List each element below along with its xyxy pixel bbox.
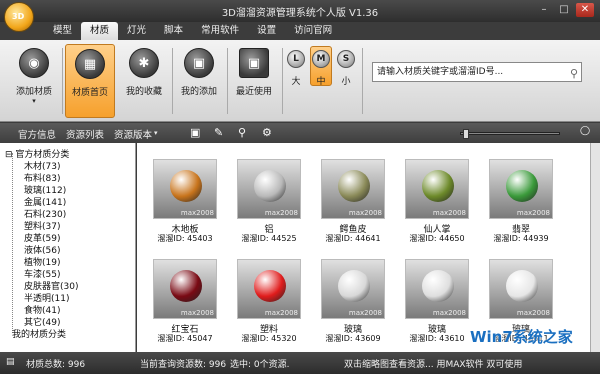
title-bar: 3D溜溜资源管理系统个人版 V1.36 – □ ✕ bbox=[0, 0, 600, 22]
minimize-button[interactable]: – bbox=[535, 3, 553, 17]
search-icon[interactable]: ⚲ bbox=[570, 65, 578, 83]
material-thumbnail[interactable]: max2008 bbox=[321, 159, 385, 219]
tab-software[interactable]: 常用软件 bbox=[192, 22, 248, 40]
teapot-preview-icon bbox=[422, 170, 454, 202]
material-thumbnail[interactable]: max2008 bbox=[237, 259, 301, 319]
teapot-preview-icon bbox=[338, 270, 370, 302]
size-large-icon: L bbox=[287, 50, 305, 68]
grip-icon: ▤ bbox=[6, 357, 15, 367]
size-large-button[interactable]: L 大 bbox=[285, 50, 307, 87]
material-thumbnail[interactable]: max2008 bbox=[237, 159, 301, 219]
tree-line bbox=[12, 153, 13, 333]
my-favorites-button[interactable]: ✱ 我的收藏 bbox=[120, 44, 168, 118]
vertical-scrollbar[interactable] bbox=[590, 143, 600, 352]
settings-icon[interactable]: ⚙ bbox=[262, 126, 272, 139]
tree-collapse-icon[interactable]: ⊟ bbox=[5, 150, 13, 160]
teapot-preview-icon bbox=[254, 170, 286, 202]
material-card[interactable]: max2008 鳄鱼皮 溜溜ID: 44641 bbox=[321, 159, 385, 249]
ribbon-separator bbox=[172, 48, 173, 114]
material-thumbnail[interactable]: max2008 bbox=[405, 159, 469, 219]
recent-button[interactable]: ▣ 最近使用 bbox=[230, 44, 278, 118]
ribbon-separator bbox=[282, 48, 283, 114]
official-info-link[interactable]: 官方信息 bbox=[18, 127, 56, 141]
tree-root-my[interactable]: 我的材质分类 bbox=[12, 327, 66, 340]
thumbnail-size-slider[interactable] bbox=[460, 129, 560, 139]
material-card[interactable]: max2008 塑料 溜溜ID: 45320 bbox=[237, 259, 301, 349]
search-input[interactable]: 请输入材质关键字或溜溜ID号... ⚲ bbox=[372, 62, 582, 82]
material-home-icon: ▦ bbox=[75, 49, 105, 79]
teapot-preview-icon bbox=[170, 270, 202, 302]
window-title: 3D溜溜资源管理系统个人版 V1.36 bbox=[221, 8, 379, 19]
material-card[interactable]: max2008 玻璃 溜溜ID: 43610 bbox=[405, 259, 469, 349]
material-card[interactable]: max2008 木地板 溜溜ID: 45403 bbox=[153, 159, 217, 249]
teapot-preview-icon bbox=[506, 170, 538, 202]
teapot-preview-icon bbox=[254, 270, 286, 302]
dropdown-arrow-icon[interactable]: ▾ bbox=[154, 129, 158, 137]
material-card[interactable]: max2008 红宝石 溜溜ID: 45047 bbox=[153, 259, 217, 349]
teapot-preview-icon bbox=[422, 270, 454, 302]
pin-icon[interactable]: ◯ bbox=[580, 126, 590, 136]
resource-version-link[interactable]: 资源版本 bbox=[114, 127, 152, 141]
tab-settings[interactable]: 设置 bbox=[248, 22, 285, 40]
dropdown-arrow-icon: ▾ bbox=[32, 97, 36, 105]
app-logo-icon[interactable]: 3D bbox=[4, 2, 34, 32]
recent-icon: ▣ bbox=[239, 48, 269, 78]
material-thumbnail[interactable]: max2008 bbox=[405, 259, 469, 319]
resource-list-link[interactable]: 资源列表 bbox=[66, 127, 104, 141]
tab-model[interactable]: 模型 bbox=[44, 22, 81, 40]
tab-website[interactable]: 访问官网 bbox=[285, 22, 341, 40]
teapot-preview-icon bbox=[506, 270, 538, 302]
size-medium-button[interactable]: M 中 bbox=[310, 46, 332, 87]
add-material-button[interactable]: ◉ 添加材质 ▾ bbox=[10, 44, 58, 118]
material-thumbnail[interactable]: max2008 bbox=[489, 259, 553, 319]
status-selected: 选中: 0个资源. bbox=[230, 360, 290, 370]
status-bar: ▤ 材质总数: 996 当前查询资源数: 996 选中: 0个资源. 双击缩略图… bbox=[0, 352, 600, 374]
material-home-button[interactable]: ▦ 材质首页 bbox=[65, 44, 115, 118]
pencil-icon[interactable]: ✎ bbox=[214, 126, 223, 139]
status-total: 材质总数: 996 bbox=[26, 360, 86, 370]
size-small-button[interactable]: S 小 bbox=[335, 50, 357, 87]
app-window: 3D溜溜资源管理系统个人版 V1.36 – □ ✕ 3D 模型 材质 灯光 脚本… bbox=[0, 0, 600, 374]
size-medium-icon: M bbox=[312, 50, 330, 68]
ribbon-separator bbox=[62, 48, 63, 114]
close-button[interactable]: ✕ bbox=[576, 3, 594, 17]
bluetooth-icon: ✱ bbox=[129, 48, 159, 78]
size-small-icon: S bbox=[337, 50, 355, 68]
toolbar: 官方信息 资源列表 资源版本 ▾ ▣ ✎ ⚲ ⚙ ◯ bbox=[0, 123, 600, 143]
tab-script[interactable]: 脚本 bbox=[155, 22, 192, 40]
status-hint: 双击缩略图查看资源... 用MAX软件 双可使用 bbox=[344, 360, 523, 370]
material-thumbnail[interactable]: max2008 bbox=[489, 159, 553, 219]
ribbon-separator bbox=[227, 48, 228, 114]
ribbon-separator bbox=[362, 48, 363, 114]
rss-icon: ◉ bbox=[19, 48, 49, 78]
material-thumbnail[interactable]: max2008 bbox=[321, 259, 385, 319]
teapot-preview-icon bbox=[338, 170, 370, 202]
tab-light[interactable]: 灯光 bbox=[118, 22, 155, 40]
fit-view-icon[interactable]: ▣ bbox=[190, 126, 200, 139]
ribbon: ◉ 添加材质 ▾ ▦ 材质首页 ✱ 我的收藏 ▣ 我的添加 ▣ 最近使用 L 大… bbox=[0, 40, 600, 122]
material-card[interactable]: max2008 仙人掌 溜溜ID: 44650 bbox=[405, 159, 469, 249]
slider-knob[interactable] bbox=[463, 129, 469, 139]
maximize-button[interactable]: □ bbox=[555, 3, 573, 17]
my-added-button[interactable]: ▣ 我的添加 bbox=[175, 44, 223, 118]
material-card[interactable]: max2008 铝 溜溜ID: 44525 bbox=[237, 159, 301, 249]
tab-material[interactable]: 材质 bbox=[81, 22, 119, 40]
teapot-preview-icon bbox=[170, 170, 202, 202]
material-grid: max2008 木地板 溜溜ID: 45403 max2008 铝 溜溜ID: … bbox=[137, 143, 590, 352]
material-thumbnail[interactable]: max2008 bbox=[153, 259, 217, 319]
zoom-icon[interactable]: ⚲ bbox=[238, 126, 246, 139]
watermark-logo: Win7系统之家 bbox=[470, 328, 573, 346]
category-tree: ⊟ 官方材质分类 木材(73) 布料(83) 玻璃(112) 金属(141) 石… bbox=[0, 143, 136, 352]
material-thumbnail[interactable]: max2008 bbox=[153, 159, 217, 219]
menu-tabs: 模型 材质 灯光 脚本 常用软件 设置 访问官网 bbox=[44, 22, 341, 40]
status-current: 当前查询资源数: 996 bbox=[140, 360, 227, 370]
folder-icon: ▣ bbox=[184, 48, 214, 78]
material-card[interactable]: max2008 玻璃 溜溜ID: 43609 bbox=[321, 259, 385, 349]
material-card[interactable]: max2008 翡翠 溜溜ID: 44939 bbox=[489, 159, 553, 249]
